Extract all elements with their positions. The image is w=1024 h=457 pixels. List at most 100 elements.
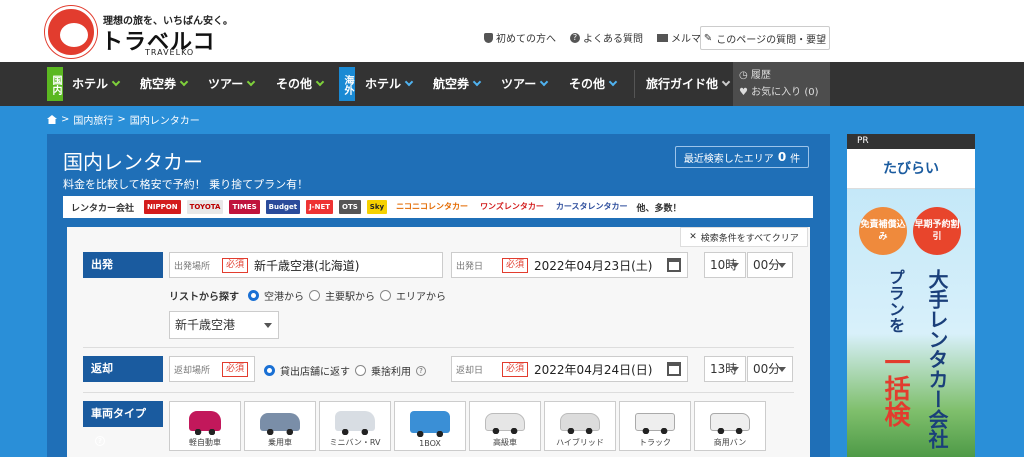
return-options: 貸出店舗に返す 乗捨利用 ? xyxy=(264,363,426,378)
chevron-down-icon xyxy=(778,367,786,372)
nav-travel-guide[interactable]: 旅行ガイド他 xyxy=(646,62,731,106)
brand-logo: NIPPON xyxy=(144,200,181,214)
nav-domestic-other[interactable]: その他 xyxy=(276,62,325,106)
chevron-down-icon xyxy=(608,77,618,87)
required-badge: 必須 xyxy=(221,361,248,377)
brand-logo: TOYOTA xyxy=(186,200,224,214)
chevron-down-icon xyxy=(731,263,739,268)
chevron-down-icon xyxy=(540,77,549,87)
car-type-1box[interactable]: 1BOX xyxy=(394,401,466,451)
return-label: 返却 xyxy=(83,356,163,382)
chevron-down-icon xyxy=(472,77,482,87)
required-badge: 必須 xyxy=(222,257,249,273)
departure-place-field[interactable]: 出発場所 必須 新千歳空港(北海道) xyxy=(169,252,443,278)
pencil-icon: ✎ xyxy=(703,32,713,44)
calendar-icon[interactable] xyxy=(667,258,681,272)
link-faq[interactable]: ? よくある質問 xyxy=(570,30,643,45)
question-icon: ? xyxy=(570,32,580,43)
home-icon[interactable] xyxy=(47,115,57,124)
nav-overseas-other[interactable]: その他 xyxy=(569,62,618,106)
clear-conditions-button[interactable]: ✕ 検索条件をすべてクリア xyxy=(680,227,808,247)
heart-icon: ♥ xyxy=(739,87,748,98)
overseas-tag: 海外 xyxy=(339,67,355,101)
history-favorites-panel: ◷ 履歴 ♥ お気に入り (0) xyxy=(733,62,830,106)
ad-text-plan: プランを xyxy=(886,269,905,333)
car-type-kei[interactable]: 軽自動車 xyxy=(169,401,241,451)
brand-logo: Budget xyxy=(265,200,301,214)
travelko-logo[interactable]: 理想の旅を、いちばん安く。 トラベルコ TRAVELKO xyxy=(45,6,233,58)
ad-banner[interactable]: たびらい 免責補償込み 早期予約割引 大手レンタカー会社 プランを 一括検 xyxy=(847,149,975,457)
car-type-luxury[interactable]: 高級車 xyxy=(469,401,541,451)
car-icon xyxy=(635,413,675,434)
mail-icon xyxy=(657,33,668,42)
search-form: ✕ 検索条件をすべてクリア 出発 出発場所 必須 新千歳空港(北海道) 出発日 必… xyxy=(67,227,810,457)
car-type-truck[interactable]: トラック xyxy=(619,401,691,451)
site-header: 理想の旅を、いちばん安く。 トラベルコ TRAVELKO 初めての方へ ? よくあ… xyxy=(0,0,1024,62)
help-icon[interactable]: ? xyxy=(416,365,426,376)
radio-area[interactable] xyxy=(380,290,391,301)
global-nav: 国内 ホテル 航空券 ツアー その他 海外 ホテル 航空券 ツアー その他 旅行… xyxy=(0,62,1024,106)
car-icon xyxy=(260,413,300,435)
departure-hour-select[interactable]: 10時 xyxy=(704,252,746,278)
rental-car-search-panel: 国内レンタカー 料金を比較して格安で予約！ 乗り捨てプラン有！ 最近検索したエリ… xyxy=(47,134,830,457)
departure-date-field[interactable]: 出発日 必須 2022年04月23日(土) xyxy=(451,252,688,278)
page-title: 国内レンタカー xyxy=(63,150,203,174)
logo-mascot-icon xyxy=(45,6,97,58)
brand-logo: ワンズレンタカー xyxy=(477,200,547,214)
clock-icon: ◷ xyxy=(739,70,748,81)
ad-brand: たびらい xyxy=(847,149,975,189)
car-icon xyxy=(710,413,750,434)
nav-overseas-hotel[interactable]: ホテル xyxy=(365,62,414,106)
chevron-down-icon xyxy=(731,367,739,372)
help-icon[interactable]: ? xyxy=(95,436,105,446)
nav-domestic-tour[interactable]: ツアー xyxy=(208,62,256,106)
car-type-list: 軽自動車 乗用車 ミニバン・RV 1BOX 高級車 ハイブリッド トラック 商用… xyxy=(169,401,766,451)
page-feedback-button[interactable]: ✎ このページの質問・要望 xyxy=(700,26,830,50)
brand-logo: ニコニコレンタカー xyxy=(393,200,472,214)
brand-logo: Sky xyxy=(366,200,388,214)
return-date-field[interactable]: 返却日 必須 2022年04月24日(日) xyxy=(451,356,688,382)
car-type-sedan[interactable]: 乗用車 xyxy=(244,401,316,451)
favorites-link[interactable]: ♥ お気に入り (0) xyxy=(739,84,830,101)
breadcrumb-current: 国内レンタカー xyxy=(129,116,200,127)
ad-text-bulk: 一括検 xyxy=(880,349,910,427)
airport-select[interactable]: 新千歳空港 xyxy=(169,311,279,339)
brand-logo: J-NET xyxy=(306,200,334,214)
breadcrumb: > 国内旅行 > 国内レンタカー xyxy=(47,112,200,127)
pr-label: PR xyxy=(847,134,975,149)
calendar-icon[interactable] xyxy=(667,362,681,376)
return-place-field: 返却場所 必須 xyxy=(169,356,255,382)
car-type-minivan[interactable]: ミニバン・RV xyxy=(319,401,391,451)
chevron-down-icon xyxy=(778,263,786,268)
brand-logo: カースタレンタカー xyxy=(552,200,631,214)
ad-bubble-early: 早期予約割引 xyxy=(913,207,961,255)
radio-return-same[interactable] xyxy=(264,365,275,376)
chevron-down-icon xyxy=(111,77,121,87)
link-beginners[interactable]: 初めての方へ xyxy=(484,30,556,45)
nav-domestic-hotel[interactable]: ホテル xyxy=(72,62,121,106)
domestic-tag: 国内 xyxy=(47,67,63,101)
nav-overseas-flight[interactable]: 航空券 xyxy=(433,62,482,106)
return-hour-select[interactable]: 13時 xyxy=(704,356,746,382)
radio-one-way[interactable] xyxy=(355,365,366,376)
car-icon xyxy=(189,411,221,435)
return-minute-select[interactable]: 00分 xyxy=(747,356,793,382)
breadcrumb-domestic-travel[interactable]: 国内旅行 xyxy=(73,112,113,127)
history-link[interactable]: ◷ 履歴 xyxy=(739,67,830,84)
departure-label: 出発 xyxy=(83,252,163,278)
recent-areas-button[interactable]: 最近検索したエリア 0 件 xyxy=(675,146,809,168)
car-icon xyxy=(485,413,525,434)
radio-station[interactable] xyxy=(309,290,320,301)
car-type-van[interactable]: 商用バン xyxy=(694,401,766,451)
recent-count: 0 xyxy=(777,150,787,164)
page-subtitle: 料金を比較して格安で予約！ 乗り捨てプラン有！ xyxy=(63,178,309,191)
nav-domestic-flight[interactable]: 航空券 xyxy=(140,62,189,106)
car-icon xyxy=(560,413,600,434)
nav-overseas-tour[interactable]: ツアー xyxy=(501,62,549,106)
departure-minute-select[interactable]: 00分 xyxy=(747,252,793,278)
rental-company-logos: レンタカー会社 NIPPON TOYOTA TIMES Budget J-NET… xyxy=(63,196,813,218)
chevron-down-icon xyxy=(404,77,414,87)
radio-airport[interactable] xyxy=(248,290,259,301)
logos-more: 他、多数！ xyxy=(636,203,682,214)
car-type-hybrid[interactable]: ハイブリッド xyxy=(544,401,616,451)
